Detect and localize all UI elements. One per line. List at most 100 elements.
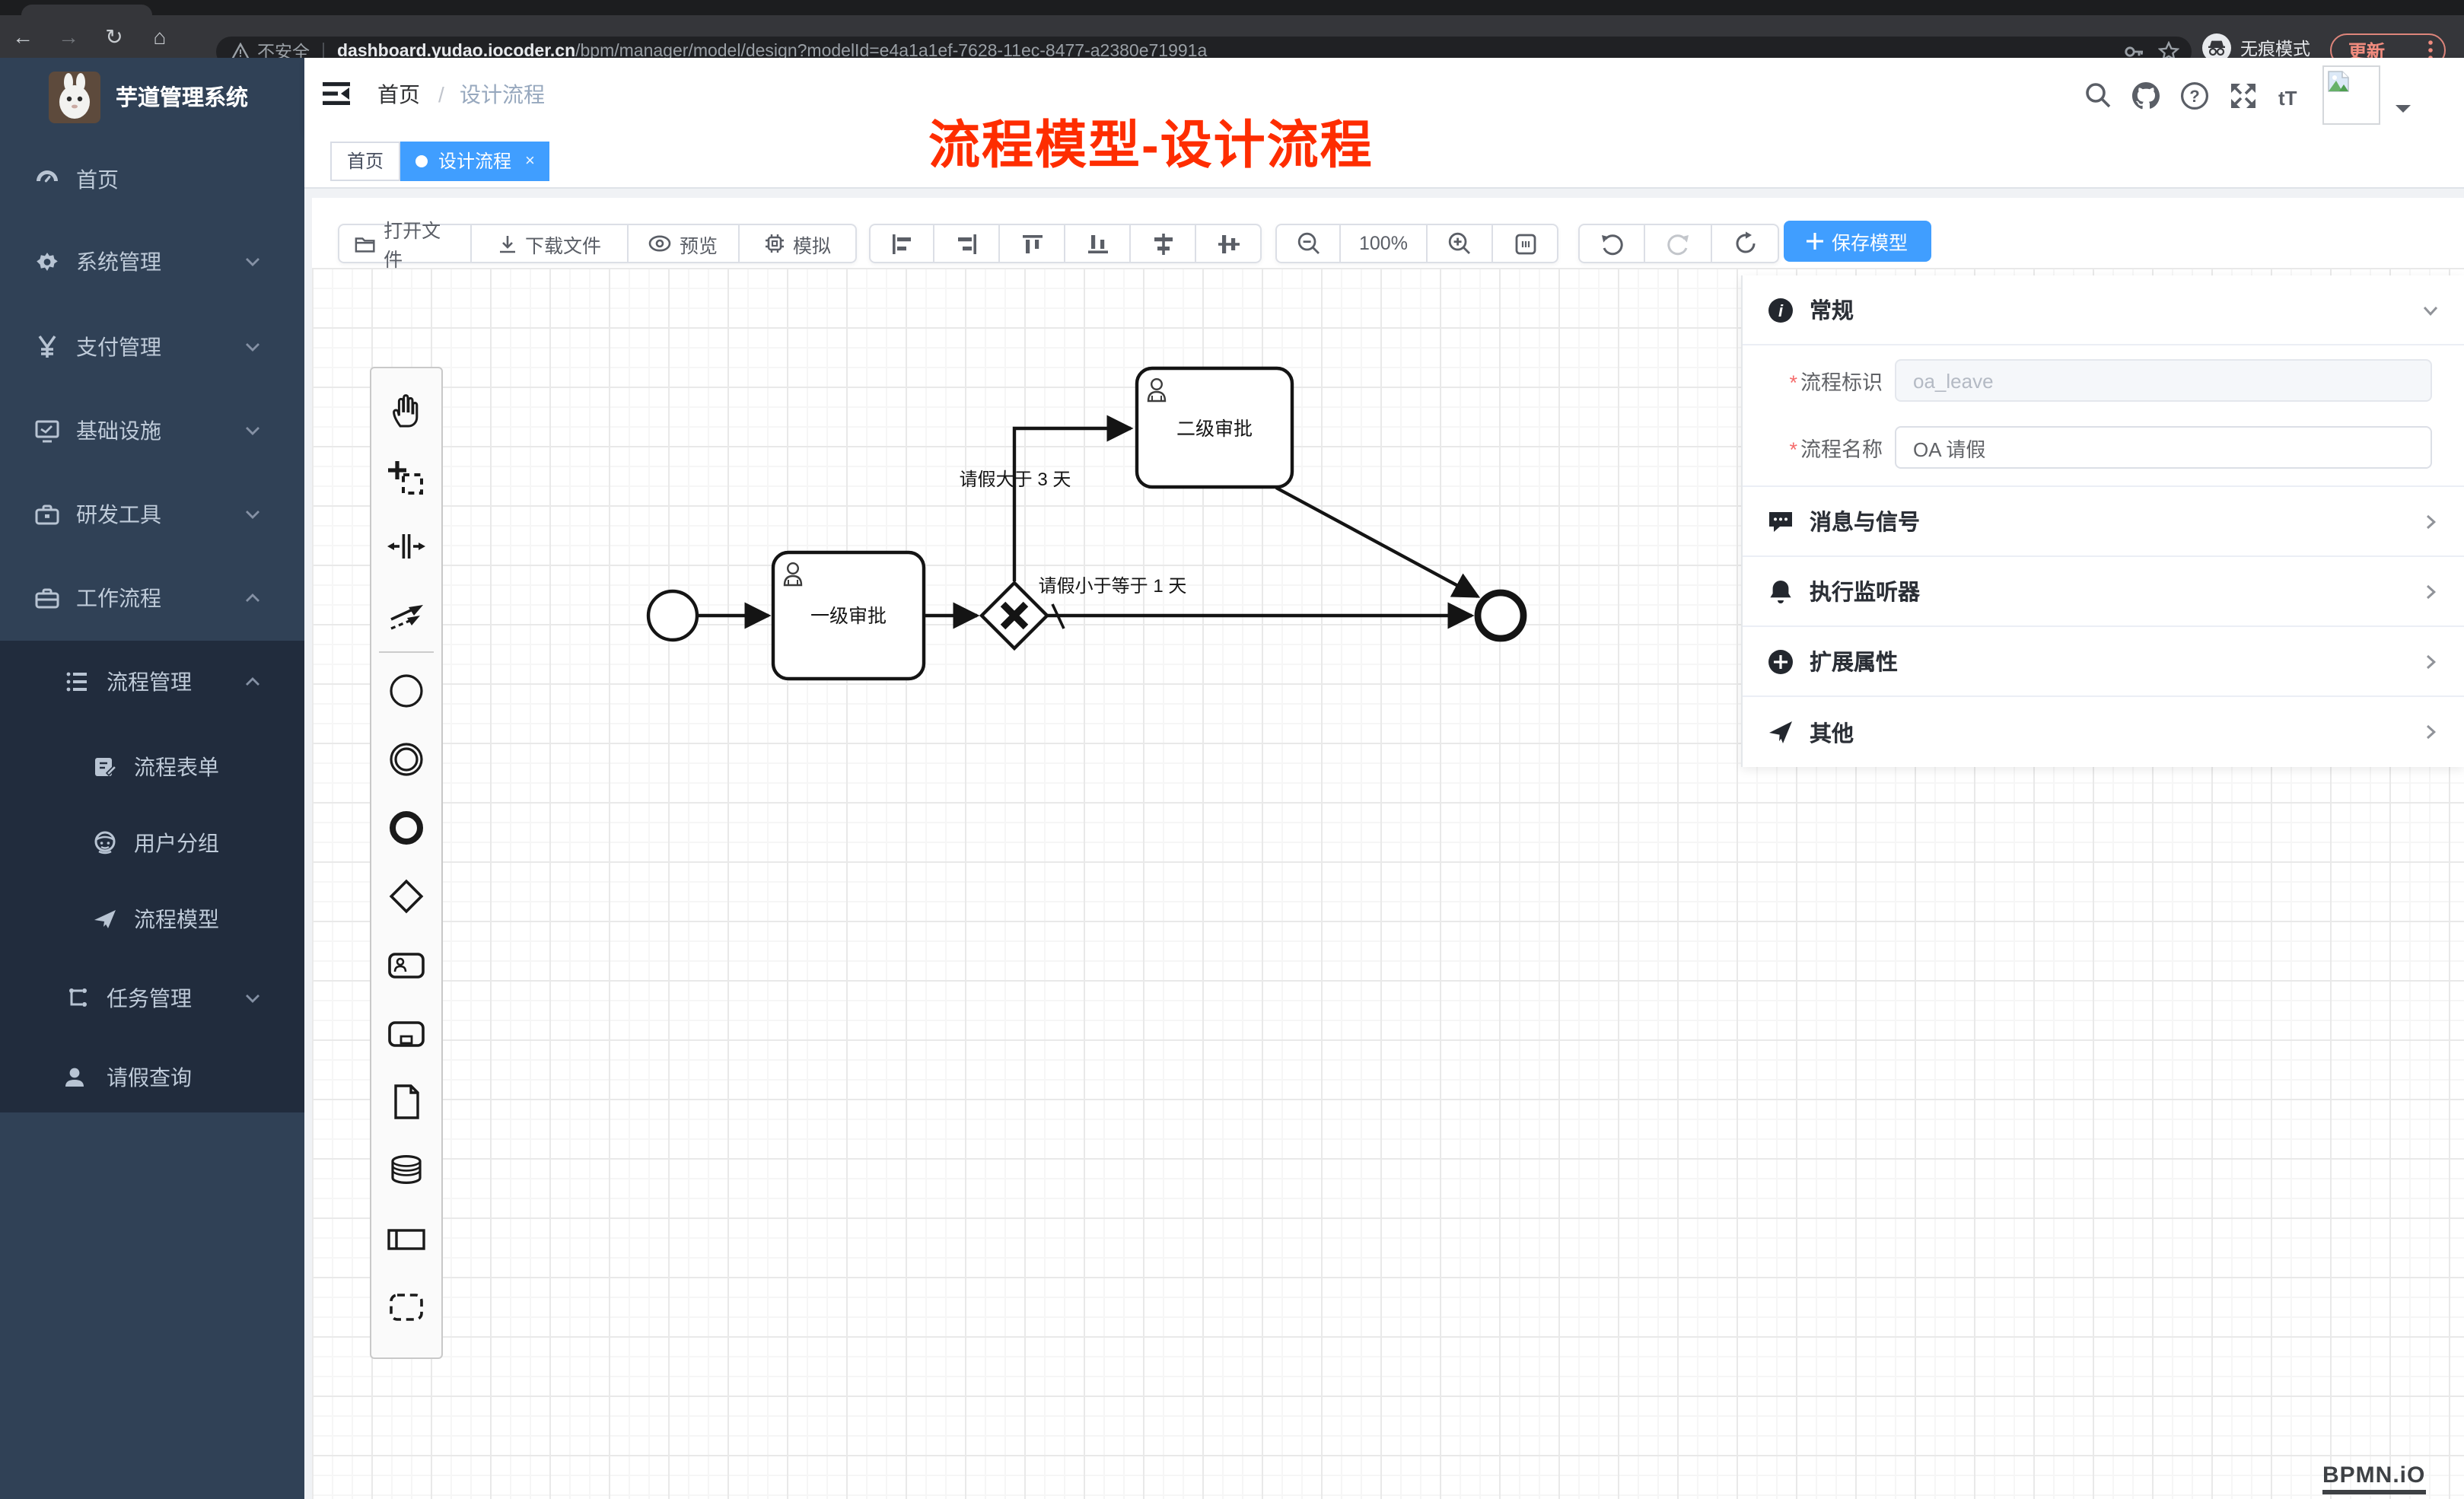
person-icon xyxy=(61,1063,88,1090)
chevron-down-icon xyxy=(244,504,262,523)
sidebar-item-home[interactable]: 首页 xyxy=(0,151,304,206)
sidebar-item-user-group[interactable]: 用户分组 xyxy=(0,815,304,870)
tagbar: 首页 设计流程 × xyxy=(304,132,2464,189)
browser-toolbar: ← → ↻ ⌂ 不安全 dashboard.yudao.iocoder.cn/b… xyxy=(0,15,2464,58)
panel-section-message-signal[interactable]: 消息与信号 xyxy=(1743,487,2464,557)
chevron-down-icon xyxy=(244,337,262,355)
breadcrumb-home[interactable]: 首页 xyxy=(377,57,420,132)
browser-tab-sliver[interactable] xyxy=(21,5,152,15)
process-key-input[interactable] xyxy=(1895,359,2432,402)
sidebar-item-process-mgmt[interactable]: 流程管理 xyxy=(0,654,304,708)
active-tab-dot xyxy=(415,154,428,167)
condition-label-gt3[interactable]: 请假大于 3 天 xyxy=(960,469,1071,490)
info-icon: i xyxy=(1767,296,1794,323)
annotation-title: 流程模型-设计流程 xyxy=(928,103,1374,178)
reload-icon[interactable]: ↻ xyxy=(91,15,137,58)
workflow-icon xyxy=(33,584,61,611)
app-header: 首页 / 设计流程 ? tT xyxy=(304,57,2464,132)
panel-section-execution-listener[interactable]: 执行监听器 xyxy=(1743,557,2464,627)
message-icon xyxy=(1767,508,1794,535)
yen-icon xyxy=(33,333,61,360)
flow-gateway-to-task2[interactable] xyxy=(1014,428,1131,581)
process-key-row: *流程标识 xyxy=(1743,359,2464,402)
start-event[interactable] xyxy=(648,591,697,640)
tab-design-process[interactable]: 设计流程 × xyxy=(400,141,550,180)
svg-text:i: i xyxy=(1778,301,1784,320)
chevron-right-icon xyxy=(2420,581,2441,602)
font-size-glyph: tT xyxy=(2278,86,2297,109)
fullscreen-icon[interactable] xyxy=(2228,80,2259,110)
flow-task2-to-end[interactable] xyxy=(1276,488,1478,597)
bpmn-io-logo[interactable]: BPMN.iO xyxy=(2322,1462,2425,1494)
task2-label: 二级审批 xyxy=(1176,419,1253,440)
end-event[interactable] xyxy=(1478,593,1523,638)
sidebar-item-devtools[interactable]: 研发工具 xyxy=(0,486,304,541)
paper-plane-icon xyxy=(91,905,119,932)
sidebar-item-leave-query[interactable]: 请假查询 xyxy=(0,1049,304,1104)
help-icon[interactable]: ? xyxy=(2179,80,2210,110)
chevron-down-icon xyxy=(2420,299,2441,320)
form-edit-icon xyxy=(91,753,119,780)
robot-group-icon xyxy=(91,829,119,856)
panel-section-general[interactable]: i 常规 xyxy=(1743,275,2464,345)
sidebar-logo-row[interactable]: 芋道管理系统 xyxy=(0,57,304,136)
sidebar-submenu-background xyxy=(0,640,304,1112)
chevron-down-icon xyxy=(244,988,262,1007)
properties-panel: i 常规 *流程标识 *流程名称 消息与信号 执行监听器 扩展属 xyxy=(1741,275,2464,767)
plus-circle-icon xyxy=(1767,648,1794,675)
sidebar-item-infra[interactable]: 基础设施 xyxy=(0,403,304,457)
app-logo xyxy=(49,71,100,123)
condition-label-le1[interactable]: 请假小于等于 1 天 xyxy=(1039,576,1187,597)
avatar-dropdown-caret[interactable] xyxy=(2396,104,2411,119)
chevron-right-icon xyxy=(2420,511,2441,532)
sidebar-item-process-form[interactable]: 流程表单 xyxy=(0,739,304,794)
panel-section-extension[interactable]: 扩展属性 xyxy=(1743,627,2464,697)
tab-home[interactable]: 首页 xyxy=(330,141,400,180)
user-task-level1[interactable]: 一级审批 xyxy=(773,552,924,679)
chevron-up-icon xyxy=(244,588,262,606)
branch-icon xyxy=(64,984,91,1011)
dashboard-icon xyxy=(33,165,61,193)
chevron-right-icon xyxy=(2420,721,2441,743)
panel-section-other[interactable]: 其他 xyxy=(1743,697,2464,767)
svg-text:?: ? xyxy=(2189,86,2199,105)
required-asterisk: * xyxy=(1789,438,1797,461)
gear-icon xyxy=(33,247,61,275)
chevron-down-icon xyxy=(244,421,262,439)
sidebar-item-process-model[interactable]: 流程模型 xyxy=(0,891,304,946)
process-name-row: *流程名称 xyxy=(1743,426,2464,469)
sidebar-item-system[interactable]: 系统管理 xyxy=(0,234,304,288)
screen: ← → ↻ ⌂ 不安全 dashboard.yudao.iocoder.cn/b… xyxy=(0,0,2464,1499)
breadcrumb-separator: / xyxy=(438,57,444,132)
chevron-up-icon xyxy=(244,672,262,690)
sidebar-item-task-mgmt[interactable]: 任务管理 xyxy=(0,970,304,1025)
search-icon[interactable] xyxy=(2084,80,2114,110)
forward-icon[interactable]: → xyxy=(46,15,91,58)
avatar[interactable] xyxy=(2322,65,2380,124)
general-fields: *流程标识 *流程名称 xyxy=(1743,345,2464,487)
exclusive-gateway[interactable] xyxy=(982,583,1047,648)
browser-tabstrip xyxy=(0,0,2464,15)
back-icon[interactable]: ← xyxy=(0,15,46,58)
send-icon xyxy=(1767,718,1794,746)
tab-close-icon[interactable]: × xyxy=(525,151,535,170)
breadcrumb-current: 设计流程 xyxy=(460,57,545,132)
sidebar-collapse-icon[interactable] xyxy=(323,80,353,110)
font-size-icon[interactable]: tT xyxy=(2277,80,2307,110)
monitor-icon xyxy=(33,416,61,444)
sidebar-item-payment[interactable]: 支付管理 xyxy=(0,319,304,374)
bell-icon xyxy=(1767,578,1794,605)
sidebar-item-workflow[interactable]: 工作流程 xyxy=(0,570,304,625)
chevron-right-icon xyxy=(2420,651,2441,672)
app-title: 芋道管理系统 xyxy=(116,81,248,113)
chevron-down-icon xyxy=(244,252,262,270)
user-task-level2[interactable]: 二级审批 xyxy=(1137,368,1292,487)
sidebar: 芋道管理系统 首页 系统管理 支付管理 基础设施 研发工具 工作流 xyxy=(0,57,304,1499)
required-asterisk: * xyxy=(1789,371,1797,394)
home-icon[interactable]: ⌂ xyxy=(137,15,183,58)
process-name-input[interactable] xyxy=(1895,426,2432,469)
task1-label: 一级审批 xyxy=(810,606,887,627)
tree-list-icon xyxy=(64,667,91,695)
github-icon[interactable] xyxy=(2131,80,2161,110)
toolbox-icon xyxy=(33,500,61,527)
